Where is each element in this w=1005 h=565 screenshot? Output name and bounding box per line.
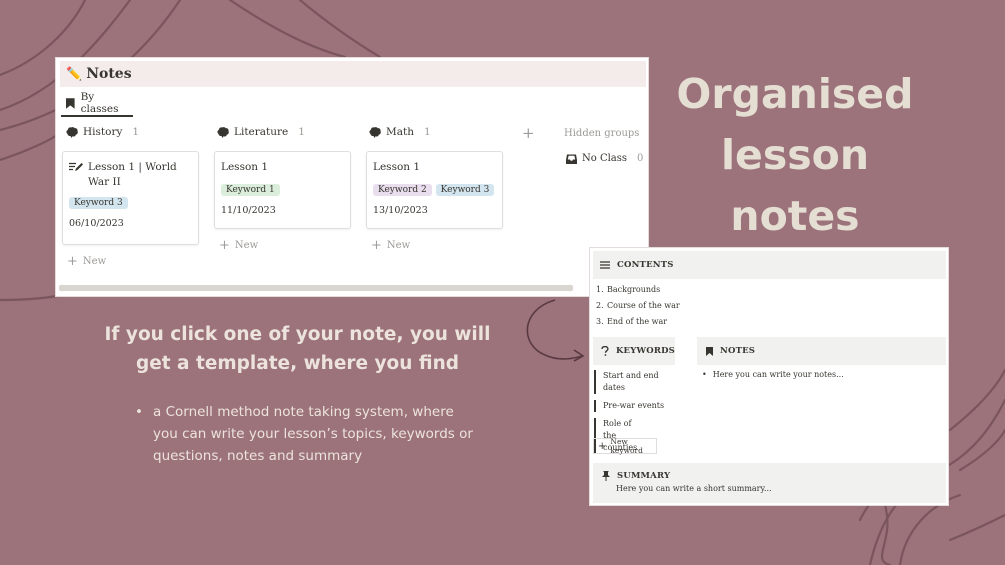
view-tab-by-classes[interactable]: By classes	[61, 91, 133, 117]
card-date: 13/10/2023	[373, 205, 428, 216]
table-of-contents: 1. Backgrounds 2. Course of the war 3. End …	[596, 282, 680, 330]
toc-item[interactable]: 2. Course of the war	[596, 298, 680, 314]
new-card-button-literature[interactable]: + New	[219, 238, 258, 253]
keyword-tag: Keyword 1	[221, 184, 280, 196]
keyword-item[interactable]: Start and end dates	[594, 370, 674, 394]
brain-icon	[369, 126, 381, 138]
notes-label: NOTES	[720, 346, 756, 356]
board-header: ✏️ Notes	[60, 61, 646, 87]
keywords-header: KEYWORDS	[593, 337, 675, 365]
card-title: Lesson 1 | World War II	[88, 161, 177, 188]
summary-section: SUMMARY	[593, 463, 946, 503]
new-keyword-button[interactable]: + New keyword	[593, 437, 657, 455]
new-card-button-history[interactable]: + New	[67, 254, 106, 269]
plus-icon: +	[598, 440, 607, 452]
subheading-line: get a template, where you find	[135, 353, 460, 374]
column-header-literature[interactable]: Literature 1	[217, 126, 305, 138]
column-name: Literature	[234, 126, 289, 138]
bullet-dot-icon: •	[702, 370, 707, 379]
pin-icon	[602, 471, 610, 481]
notes-board-window: ✏️ Notes By classes History 1 Lesson 1 |…	[55, 57, 649, 297]
inbox-icon	[566, 154, 577, 164]
summary-label: SUMMARY	[617, 471, 671, 481]
plus-icon: +	[371, 238, 382, 253]
subheading: If you click one of your note, you will …	[95, 320, 500, 378]
column-name: History	[83, 126, 123, 138]
contents-label: CONTENTS	[617, 260, 674, 270]
toc-item[interactable]: 3. End of the war	[596, 314, 680, 330]
new-label: New	[234, 240, 259, 251]
keywords-label: KEYWORDS	[615, 346, 675, 356]
new-keyword-label: New keyword	[610, 437, 643, 455]
plus-icon: +	[219, 238, 230, 253]
note-edit-icon	[69, 162, 83, 171]
keyword-tag: Keyword 2	[373, 184, 432, 196]
card-title: Lesson 1	[373, 161, 421, 173]
card-date: 06/10/2023	[69, 218, 124, 229]
column-header-math[interactable]: Math 1	[369, 126, 431, 138]
column-name: Math	[386, 126, 414, 138]
keyword-tag: Keyword 3	[435, 184, 495, 196]
column-header-history[interactable]: History 1	[66, 126, 139, 138]
plus-icon: +	[67, 254, 78, 269]
new-card-button-math[interactable]: + New	[371, 238, 410, 253]
notes-header: NOTES	[697, 337, 946, 365]
summary-text[interactable]: Here you can write a short summary...	[616, 484, 772, 493]
bullet-text: a Cornell method note taking system, whe…	[153, 404, 473, 464]
add-group-button[interactable]: +	[522, 124, 535, 142]
bookmark-icon	[66, 97, 75, 109]
brain-icon	[66, 126, 78, 138]
column-count: 1	[132, 126, 140, 138]
new-label: New	[82, 256, 107, 267]
subheading-line: If you click one of your note, you will	[104, 324, 491, 345]
horizontal-scrollbar[interactable]	[59, 285, 573, 291]
card-title: Lesson 1	[221, 161, 269, 173]
feature-bullet: • a Cornell method note taking system, w…	[135, 401, 475, 467]
board-title: Notes	[86, 66, 132, 82]
note-card-history[interactable]: Lesson 1 | World War II Keyword 3 06/10/…	[62, 151, 199, 245]
toc-item[interactable]: 1. Backgrounds	[596, 282, 680, 298]
note-template-window: CONTENTS 1. Backgrounds 2. Course of the w…	[589, 247, 949, 506]
list-icon	[600, 261, 610, 269]
bookmark-icon	[706, 346, 713, 356]
new-label: New	[386, 240, 411, 251]
hidden-group-no-class[interactable]: No Class 0	[566, 153, 643, 164]
contents-header: CONTENTS	[593, 251, 946, 279]
note-card-math[interactable]: Lesson 1 Keyword 2 Keyword 3 13/10/2023	[366, 151, 503, 229]
column-count: 1	[298, 126, 305, 138]
no-class-count: 0	[637, 153, 644, 164]
notes-item[interactable]: • Here you can write your notes...	[702, 370, 844, 379]
no-class-label: No Class	[582, 153, 628, 164]
headline-line: lesson	[720, 131, 870, 179]
view-tab-label: By classes	[80, 91, 119, 115]
brain-icon	[217, 126, 229, 138]
hidden-groups-label: Hidden groups	[564, 128, 640, 139]
keyword-item[interactable]: Pre-war events	[594, 400, 674, 412]
question-icon	[601, 346, 609, 356]
headline-line: Organised	[676, 70, 914, 118]
headline: Organised lesson notes	[655, 64, 935, 247]
note-card-literature[interactable]: Lesson 1 Keyword 1 11/10/2023	[214, 151, 351, 229]
pencil-icon: ✏️	[66, 66, 83, 82]
headline-line: notes	[730, 192, 860, 240]
bullet-dot-icon: •	[135, 404, 143, 420]
keyword-tag: Keyword 3	[69, 197, 128, 209]
card-date: 11/10/2023	[221, 205, 276, 216]
column-count: 1	[424, 126, 431, 138]
